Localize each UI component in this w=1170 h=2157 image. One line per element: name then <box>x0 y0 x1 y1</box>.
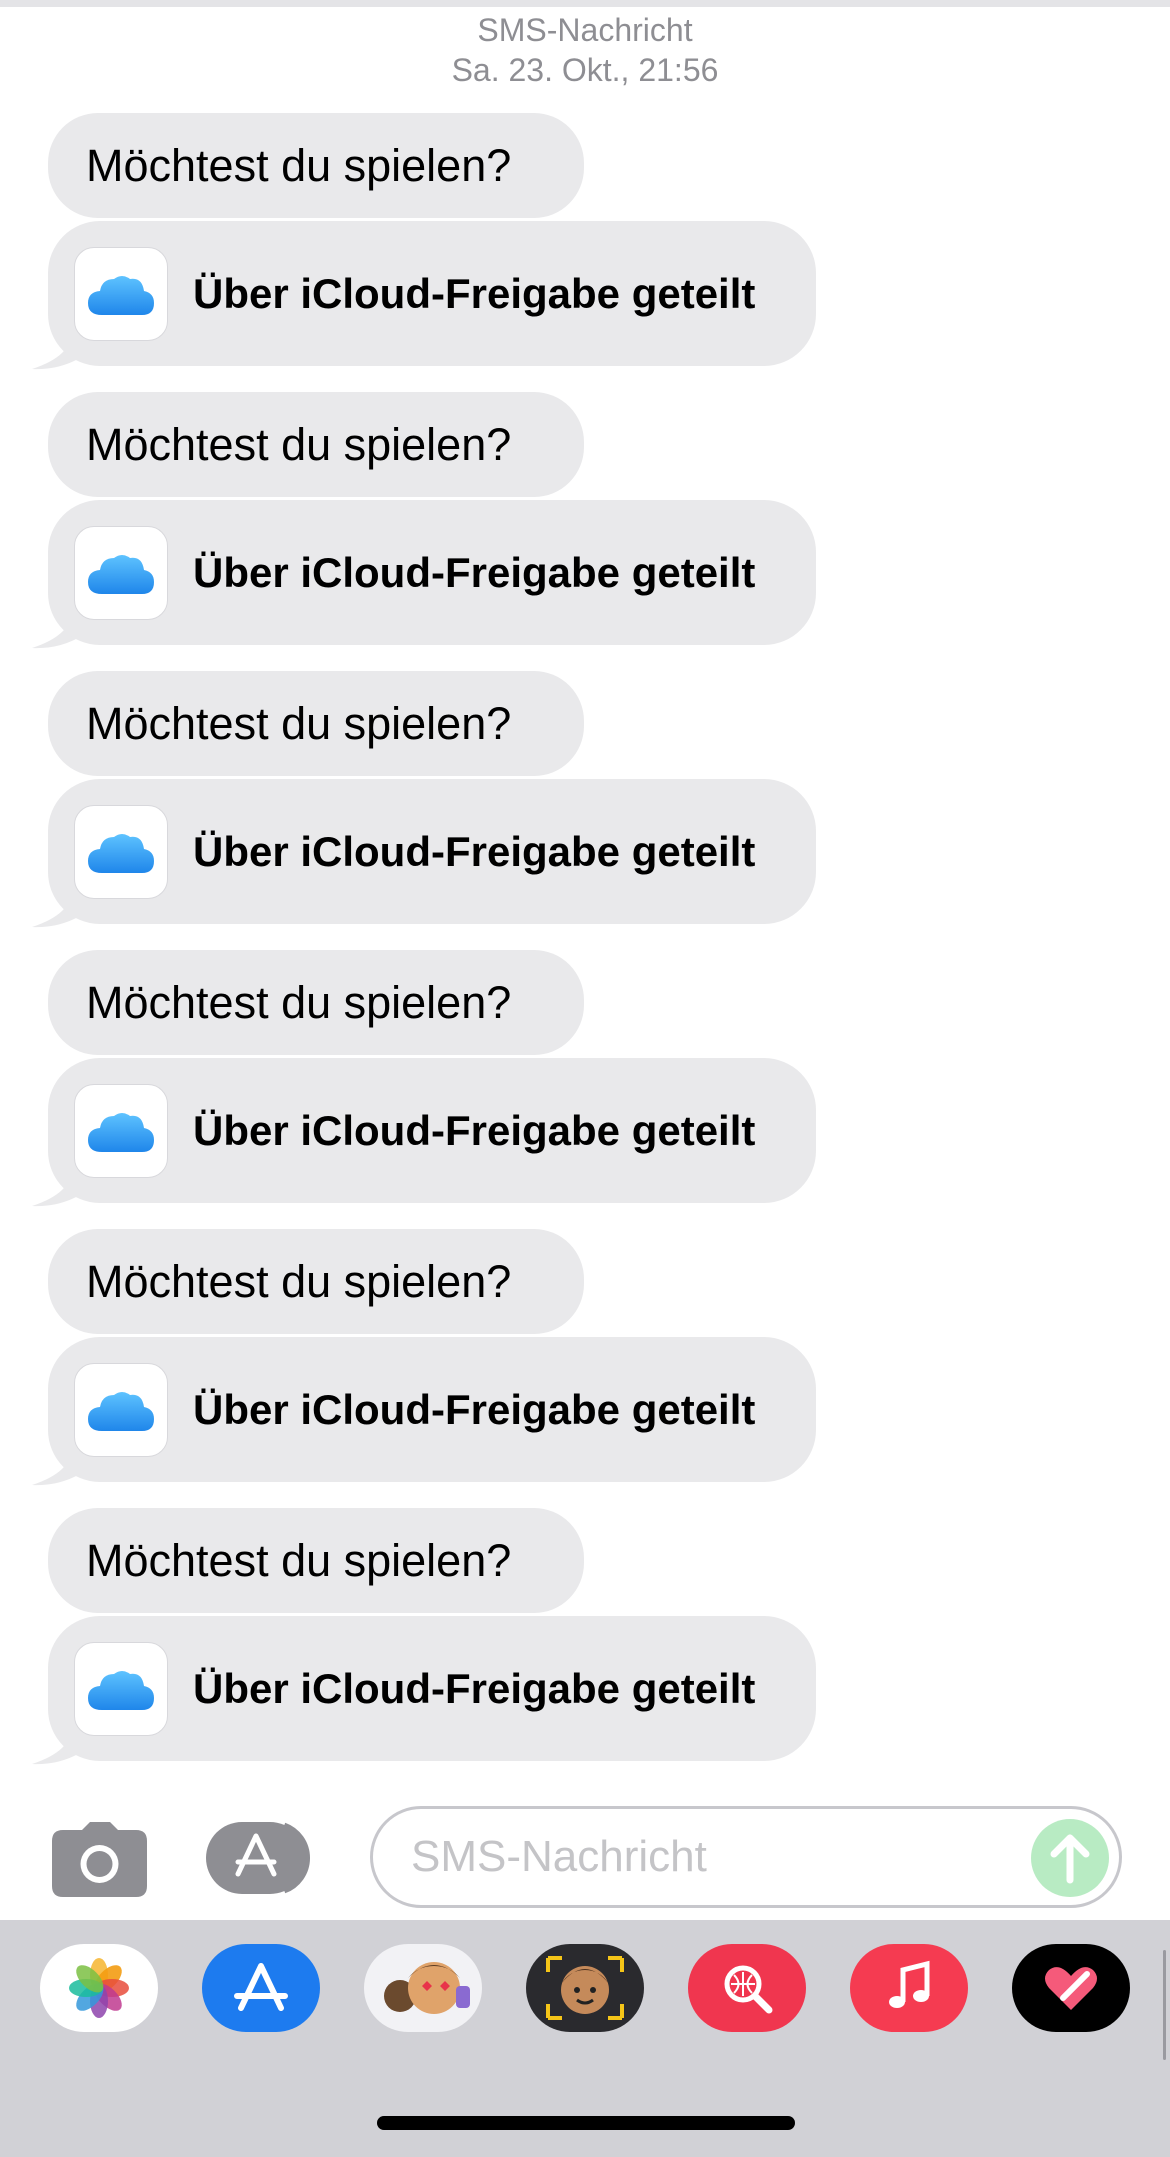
icloud-icon <box>74 1084 168 1178</box>
memoji-stickers-app-icon[interactable] <box>364 1944 482 2032</box>
digital-touch-app-icon[interactable] <box>1012 1944 1130 2032</box>
music-app-icon[interactable] <box>850 1944 968 2032</box>
shared-link-label: Über iCloud-Freigabe geteilt <box>193 269 756 317</box>
top-divider <box>0 0 1170 7</box>
shared-link-bubble[interactable]: Über iCloud-Freigabe geteilt <box>48 1058 816 1203</box>
drawer-scrollbar[interactable] <box>1163 1950 1166 2060</box>
messages-screen: SMS-Nachricht Sa. 23. Okt., 21:56 Möchte… <box>0 0 1170 2157</box>
composer-bar: SMS-Nachricht <box>0 1800 1170 1920</box>
shared-link-bubble[interactable]: Über iCloud-Freigabe geteilt <box>48 500 816 645</box>
message-thread: Möchtest du spielen? Über iCloud-Freigabe… <box>0 113 1170 1787</box>
conversation-header: SMS-Nachricht Sa. 23. Okt., 21:56 <box>0 10 1170 90</box>
home-indicator[interactable] <box>377 2116 795 2130</box>
apps-button[interactable] <box>206 1818 321 1898</box>
message-group: Möchtest du spielen? Über iCloud-Freigabe… <box>0 1229 1170 1508</box>
image-search-app-icon[interactable] <box>688 1944 806 2032</box>
shared-link-label: Über iCloud-Freigabe geteilt <box>193 1664 756 1712</box>
animoji-app-icon[interactable] <box>526 1944 644 2032</box>
message-group: Möchtest du spielen? Über iCloud-Freigabe… <box>0 1508 1170 1787</box>
timestamp: Sa. 23. Okt., 21:56 <box>451 52 719 88</box>
icloud-icon <box>74 1363 168 1457</box>
icloud-icon <box>74 526 168 620</box>
app-drawer <box>0 1920 1170 2157</box>
message-bubble[interactable]: Möchtest du spielen? <box>48 1229 584 1334</box>
message-group: Möchtest du spielen? Über iCloud-Freigabe… <box>0 671 1170 950</box>
shared-link-label: Über iCloud-Freigabe geteilt <box>193 1106 756 1154</box>
send-button[interactable] <box>1031 1819 1109 1897</box>
icloud-icon <box>74 247 168 341</box>
photos-app-icon[interactable] <box>40 1944 158 2032</box>
camera-button[interactable] <box>52 1822 147 1897</box>
message-bubble[interactable]: Möchtest du spielen? <box>48 671 584 776</box>
icloud-icon <box>74 805 168 899</box>
message-bubble[interactable]: Möchtest du spielen? <box>48 950 584 1055</box>
shared-link-label: Über iCloud-Freigabe geteilt <box>193 548 756 596</box>
message-input-placeholder: SMS-Nachricht <box>411 1832 707 1881</box>
message-bubble[interactable]: Möchtest du spielen? <box>48 113 584 218</box>
message-input[interactable]: SMS-Nachricht <box>370 1806 1122 1908</box>
icloud-icon <box>74 1642 168 1736</box>
message-group: Möchtest du spielen? Über iCloud-Freigabe… <box>0 113 1170 392</box>
camera-icon <box>52 1822 147 1897</box>
message-bubble[interactable]: Möchtest du spielen? <box>48 1508 584 1613</box>
message-group: Möchtest du spielen? Über iCloud-Freigabe… <box>0 950 1170 1229</box>
send-arrow-icon <box>1050 1834 1090 1884</box>
app-store-icon <box>206 1822 311 1894</box>
message-bubble[interactable]: Möchtest du spielen? <box>48 392 584 497</box>
shared-link-bubble[interactable]: Über iCloud-Freigabe geteilt <box>48 1616 816 1761</box>
message-group: Möchtest du spielen? Über iCloud-Freigabe… <box>0 392 1170 671</box>
shared-link-bubble[interactable]: Über iCloud-Freigabe geteilt <box>48 779 816 924</box>
shared-link-bubble[interactable]: Über iCloud-Freigabe geteilt <box>48 1337 816 1482</box>
shared-link-bubble[interactable]: Über iCloud-Freigabe geteilt <box>48 221 816 366</box>
app-store-app-icon[interactable] <box>202 1944 320 2032</box>
shared-link-label: Über iCloud-Freigabe geteilt <box>193 827 756 875</box>
shared-link-label: Über iCloud-Freigabe geteilt <box>193 1385 756 1433</box>
service-label: SMS-Nachricht <box>477 12 693 48</box>
